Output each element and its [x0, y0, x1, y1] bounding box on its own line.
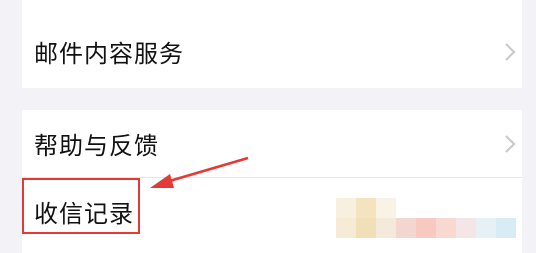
- settings-page: 邮件内容服务 帮助与反馈 收信记录: [0, 0, 536, 253]
- chevron-right-icon: [505, 134, 516, 153]
- chevron-right-icon: [505, 42, 516, 61]
- settings-group-mail: 邮件内容服务: [22, 18, 522, 88]
- settings-row-mail-content-service[interactable]: 邮件内容服务: [22, 18, 522, 85]
- settings-group-top: [22, 0, 522, 18]
- row-label: 邮件内容服务: [34, 40, 184, 68]
- pixelated-watermark: [336, 198, 516, 238]
- red-arrow-icon: [150, 156, 249, 188]
- settings-row-help-feedback[interactable]: 帮助与反馈: [22, 110, 522, 177]
- highlight-box: [22, 178, 140, 234]
